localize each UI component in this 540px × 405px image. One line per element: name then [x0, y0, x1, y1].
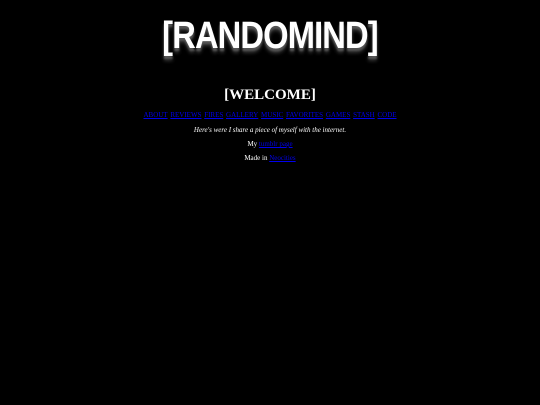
nav-link-stash[interactable]: STASH	[353, 111, 375, 119]
tumblr-link[interactable]: tumblr page	[259, 140, 293, 148]
made-in-prefix: Made in	[244, 154, 270, 162]
nav-link-games[interactable]: GAMES	[326, 111, 351, 119]
tagline: Here's were I share a piece of myself wi…	[193, 126, 347, 134]
neocities-link[interactable]: Neocities	[269, 154, 295, 162]
made-in-line: Made in Neocities	[0, 154, 540, 163]
nav-link-reviews[interactable]: REVIEWS	[170, 111, 201, 119]
nav-link-favorites[interactable]: FAVORITES	[286, 111, 323, 119]
nav-link-about[interactable]: ABOUT	[143, 111, 167, 119]
nav-link-music[interactable]: MUSIC	[261, 111, 283, 119]
tumblr-line: My tumblr page	[0, 140, 540, 149]
nav-bar: ABOUT REVIEWS FIRES GALLERY MUSIC FAVORI…	[0, 111, 540, 120]
page-title: [WELCOME]	[224, 87, 316, 103]
page: [RANDOMIND] [WELCOME] ABOUT REVIEWS FIRE…	[0, 0, 540, 405]
site-logo[interactable]: [RANDOMIND]	[38, 14, 502, 58]
nav-link-code[interactable]: CODE	[377, 111, 396, 119]
tumblr-prefix: My	[247, 140, 259, 148]
nav-link-gallery[interactable]: GALLERY	[226, 111, 258, 119]
nav-link-fires[interactable]: FIRES	[204, 111, 223, 119]
